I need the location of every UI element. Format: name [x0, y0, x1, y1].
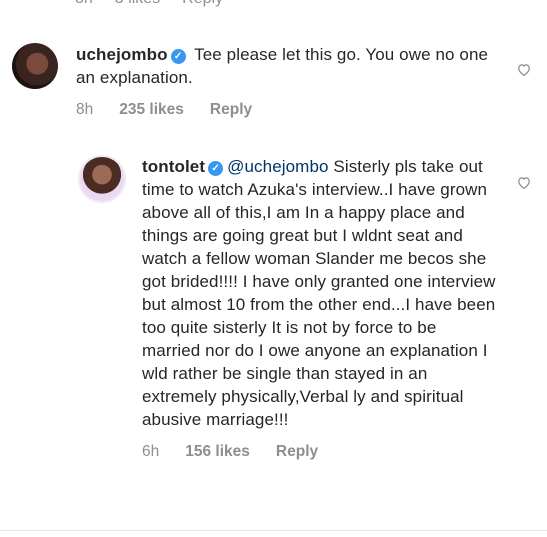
- comment-time: 6h: [142, 443, 160, 460]
- comment-text-block: tontolet ✓ @uchejombo Sisterly pls take ou…: [142, 155, 498, 431]
- heart-outline-icon[interactable]: [517, 63, 531, 76]
- reply-link[interactable]: Reply: [276, 443, 318, 461]
- comment-time: 8h: [75, 0, 93, 8]
- username[interactable]: uchejombo: [76, 45, 168, 64]
- username[interactable]: tontolet: [142, 157, 205, 176]
- comment-likes[interactable]: 156 likes: [185, 443, 250, 461]
- comment-meta: 6h 156 likes Reply: [142, 443, 498, 461]
- divider: [0, 530, 547, 531]
- avatar[interactable]: [78, 155, 126, 203]
- reply-link[interactable]: Reply: [182, 0, 223, 8]
- mention-link[interactable]: @uchejombo: [227, 157, 328, 176]
- comment-likes[interactable]: 3 likes: [115, 0, 160, 8]
- comment-body: uchejombo ✓ Tee please let this go. You o…: [76, 43, 492, 119]
- previous-comment-meta: 8h 3 likes Reply: [75, 0, 223, 8]
- reply-link[interactable]: Reply: [210, 101, 252, 119]
- comment-time: 8h: [76, 101, 94, 118]
- verified-badge-icon: ✓: [208, 161, 224, 176]
- comment-text-block: uchejombo ✓ Tee please let this go. You o…: [76, 43, 492, 89]
- comment-reply: tontolet ✓ @uchejombo Sisterly pls take ou…: [78, 155, 498, 461]
- heart-outline-icon[interactable]: [517, 176, 531, 189]
- verified-badge-icon: ✓: [170, 49, 186, 64]
- comment-text: Sisterly pls take out time to watch Azuk…: [142, 157, 496, 429]
- comment: uchejombo ✓ Tee please let this go. You o…: [12, 43, 492, 119]
- comment-likes[interactable]: 235 likes: [119, 101, 184, 119]
- comment-body: tontolet ✓ @uchejombo Sisterly pls take ou…: [142, 155, 498, 461]
- avatar[interactable]: [12, 43, 58, 89]
- comment-meta: 8h 235 likes Reply: [76, 101, 492, 119]
